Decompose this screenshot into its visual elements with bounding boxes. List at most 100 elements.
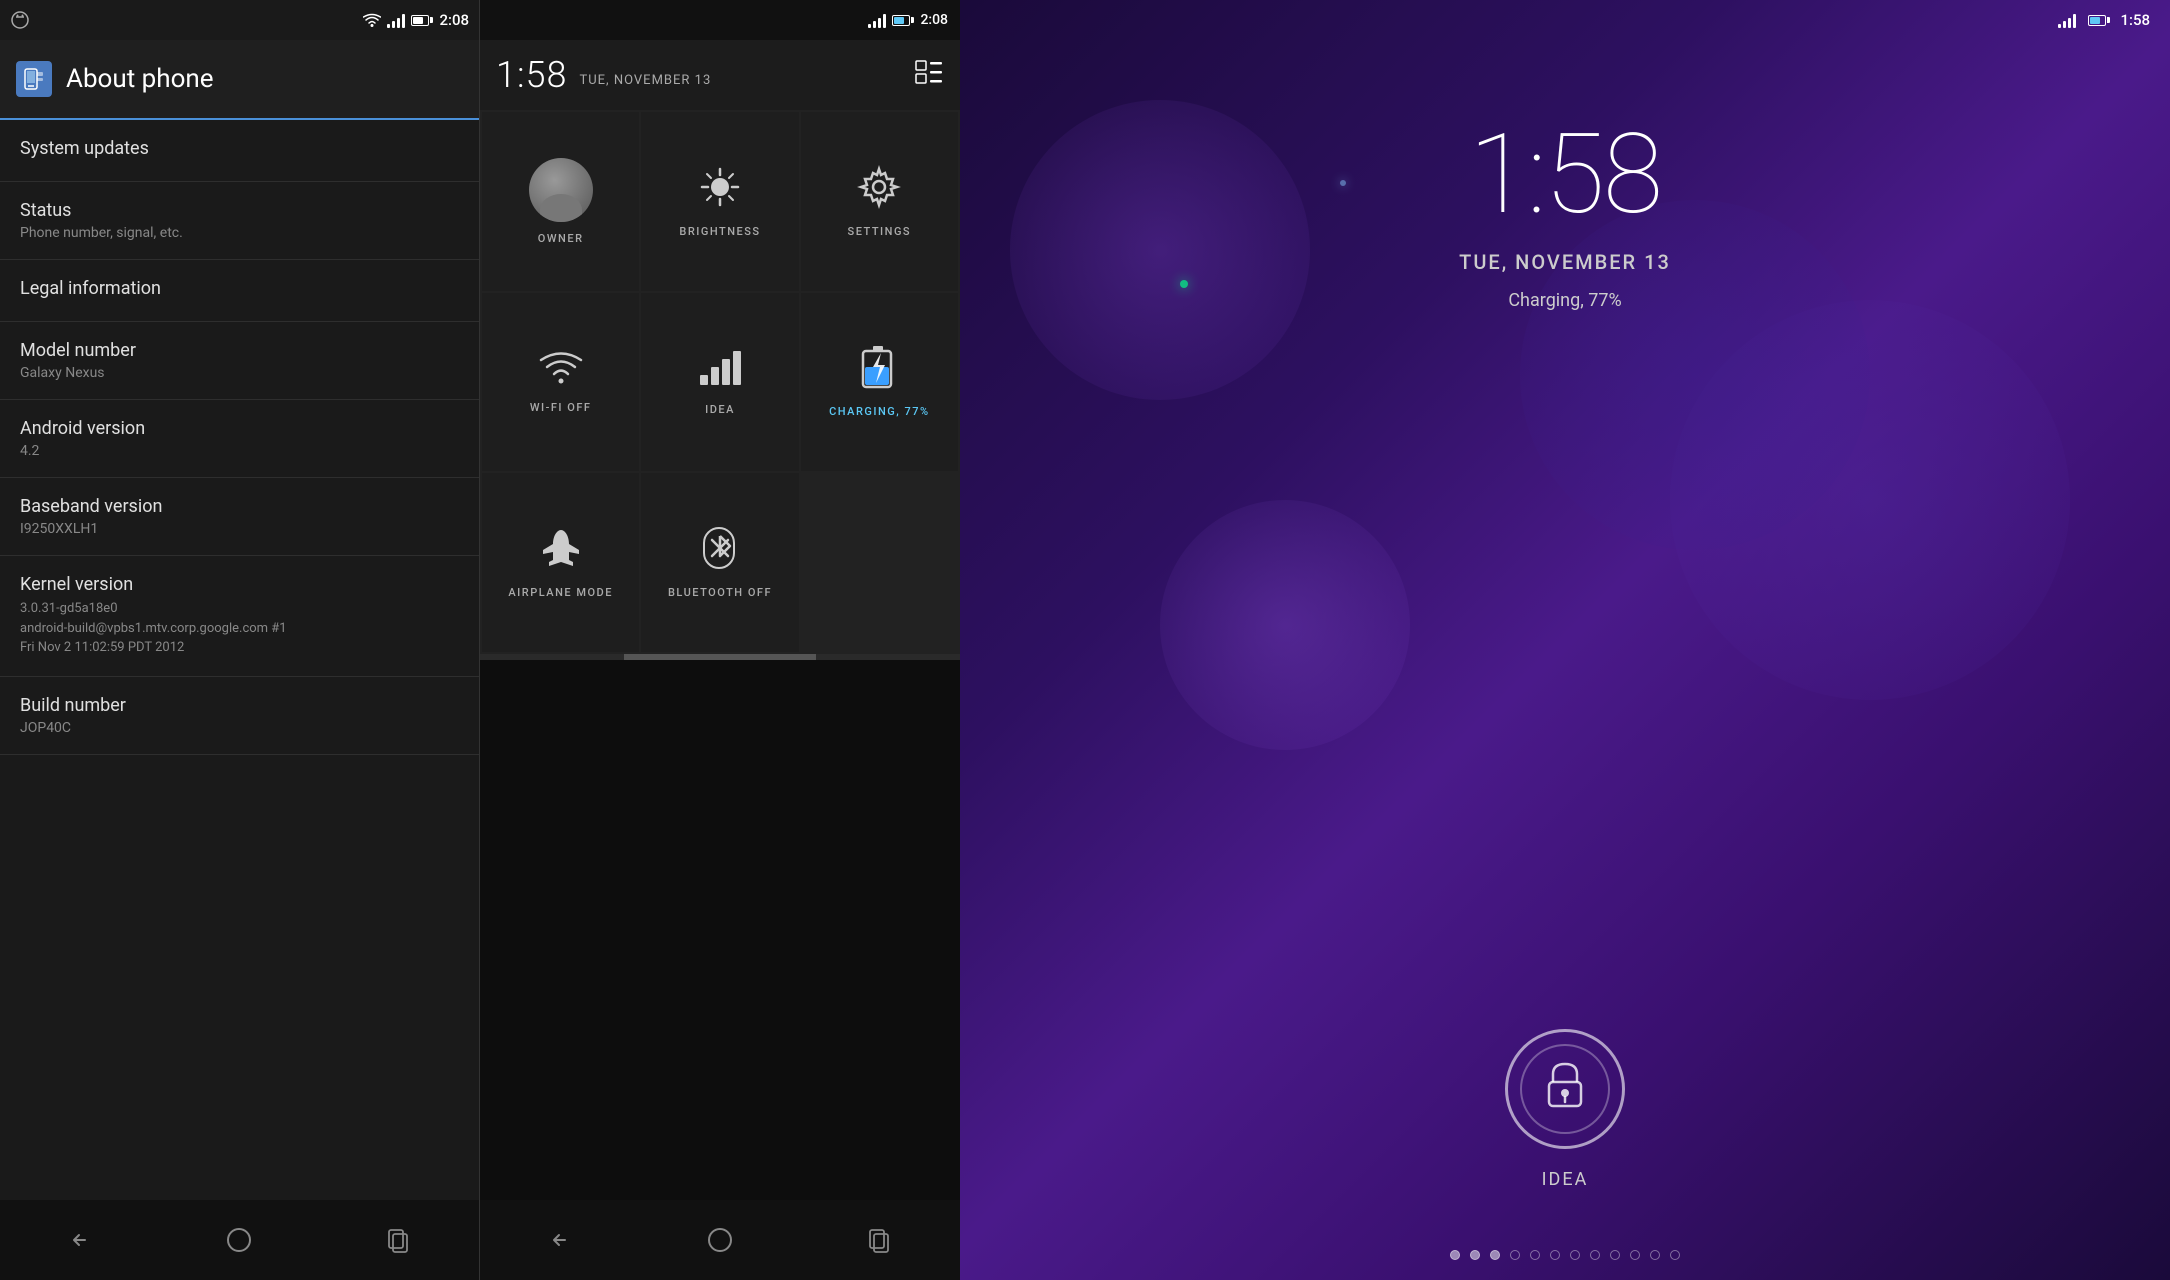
quick-menu-button[interactable] — [914, 60, 944, 90]
quick-recents-button[interactable] — [855, 1215, 905, 1265]
lock-dot-1 — [1450, 1250, 1460, 1260]
lock-status-bar: 1:58 — [960, 0, 2170, 40]
quick-tile-airplane-label: AIRPLANE MODE — [508, 586, 613, 599]
item-title-status: Status — [20, 200, 459, 221]
quick-home-button[interactable] — [695, 1215, 745, 1265]
item-title-android-version: Android version — [20, 418, 459, 439]
lock-charging-status: Charging, 77% — [1508, 290, 1621, 311]
quick-time-row: 1:58 TUE, NOVEMBER 13 — [496, 54, 711, 96]
owner-avatar — [529, 158, 593, 222]
lock-date: TUE, NOVEMBER 13 — [1459, 250, 1671, 274]
quick-clock: 1:58 — [496, 54, 567, 96]
home-button[interactable] — [214, 1215, 264, 1265]
brightness-icon — [698, 165, 742, 215]
quick-tile-brightness[interactable]: BRIGHTNESS — [641, 112, 798, 291]
panel-lock-screen: 1:58 1:58 TUE, NOVEMBER 13 Charging, 77% — [960, 0, 2170, 1280]
list-item-system-updates[interactable]: System updates — [0, 120, 479, 182]
quick-tile-charging[interactable]: CHARGING, 77% — [801, 293, 958, 472]
quick-battery-icon — [892, 15, 914, 26]
item-title-build: Build number — [20, 695, 459, 716]
item-title-kernel: Kernel version — [20, 574, 459, 595]
item-subtitle-build: JOP40C — [20, 720, 459, 736]
quick-back-button[interactable] — [535, 1215, 585, 1265]
item-title-legal: Legal information — [20, 278, 459, 299]
recents-button[interactable] — [374, 1215, 424, 1265]
lock-dot-5 — [1530, 1250, 1540, 1260]
list-item-build[interactable]: Build number JOP40C — [0, 677, 479, 755]
list-item-kernel[interactable]: Kernel version 3.0.31-gd5a18e0 android-b… — [0, 556, 479, 677]
panel-quick-settings: 2:08 1:58 TUE, NOVEMBER 13 OWNER — [480, 0, 960, 1280]
quick-date: TUE, NOVEMBER 13 — [579, 73, 711, 88]
back-button[interactable] — [55, 1215, 105, 1265]
lock-dot-12 — [1670, 1250, 1680, 1260]
quick-tile-wifi[interactable]: WI-FI OFF — [482, 293, 639, 472]
battery-icon — [411, 15, 433, 26]
lock-dot-2 — [1470, 1250, 1480, 1260]
quick-tile-owner-label: OWNER — [538, 232, 584, 245]
wifi-status-icon — [363, 13, 381, 27]
list-item-status[interactable]: Status Phone number, signal, etc. — [0, 182, 479, 260]
quick-time: 2:08 — [920, 12, 948, 28]
lock-unlock-area[interactable]: IDEA — [1505, 1029, 1625, 1190]
lock-dot-8 — [1590, 1250, 1600, 1260]
signal-icon — [387, 12, 405, 28]
about-header: About phone — [0, 40, 479, 120]
item-title-system-updates: System updates — [20, 138, 459, 159]
quick-tile-bluetooth-label: BLUETOOTH OFF — [668, 586, 772, 599]
lock-dot-11 — [1650, 1250, 1660, 1260]
airplane-mode-icon — [539, 526, 583, 576]
wifi-off-icon — [539, 349, 583, 391]
quick-header: 1:58 TUE, NOVEMBER 13 — [480, 40, 960, 110]
lock-padlock-icon — [1543, 1060, 1587, 1118]
quick-tile-airplane[interactable]: AIRPLANE MODE — [482, 473, 639, 652]
settings-icon — [857, 165, 901, 215]
quick-tile-settings[interactable]: SETTINGS — [801, 112, 958, 291]
lock-dot-4 — [1510, 1250, 1520, 1260]
status-right-icons: 2:08 — [363, 11, 469, 29]
home-icon — [225, 1226, 253, 1254]
list-item-legal[interactable]: Legal information — [0, 260, 479, 322]
lock-dot-10 — [1630, 1250, 1640, 1260]
quick-tile-owner[interactable]: OWNER — [482, 112, 639, 291]
quick-tile-idea[interactable]: IDEA — [641, 293, 798, 472]
lock-time-display: 1:58 — [1469, 110, 1661, 239]
quick-empty-area — [480, 660, 960, 1200]
quick-status-icons: 2:08 — [868, 12, 948, 28]
quick-scrollbar-thumb — [624, 654, 816, 660]
menu-list-icon — [914, 60, 944, 84]
battery-charging-icon — [861, 345, 897, 395]
lock-ring-inner — [1520, 1044, 1610, 1134]
lock-status-time: 1:58 — [2120, 11, 2150, 29]
lock-signal-icon — [2058, 12, 2076, 28]
about-content: System updates Status Phone number, sign… — [0, 120, 479, 1200]
quick-recents-icon — [866, 1226, 894, 1254]
item-subtitle-baseband: I9250XXLH1 — [20, 521, 459, 537]
quick-scrollbar — [480, 654, 960, 660]
list-item-model[interactable]: Model number Galaxy Nexus — [0, 322, 479, 400]
lock-ring[interactable] — [1505, 1029, 1625, 1149]
quick-status-bar: 2:08 — [480, 0, 960, 40]
about-status-bar: 2:08 — [0, 0, 479, 40]
quick-tile-wifi-label: WI-FI OFF — [530, 401, 592, 414]
quick-home-icon — [706, 1226, 734, 1254]
list-item-baseband[interactable]: Baseband version I9250XXLH1 — [0, 478, 479, 556]
panel-about-phone: 2:08 About phone System updates Status P… — [0, 0, 480, 1280]
quick-nav-bar — [480, 1200, 960, 1280]
back-icon — [65, 1228, 95, 1252]
quick-tile-bluetooth[interactable]: BLUETOOTH OFF — [641, 473, 798, 652]
page-title: About phone — [66, 64, 214, 94]
lock-dot-9 — [1610, 1250, 1620, 1260]
about-nav-bar — [0, 1200, 479, 1280]
lock-dot-3 — [1490, 1250, 1500, 1260]
item-subtitle-status: Phone number, signal, etc. — [20, 225, 459, 241]
item-title-baseband: Baseband version — [20, 496, 459, 517]
quick-tiles-grid: OWNER BRIGHTNESS — [480, 110, 960, 654]
status-time: 2:08 — [439, 11, 469, 29]
list-item-android-version[interactable]: Android version 4.2 — [0, 400, 479, 478]
quick-tile-brightness-label: BRIGHTNESS — [679, 225, 760, 238]
item-subtitle-model: Galaxy Nexus — [20, 365, 459, 381]
quick-tile-idea-label: IDEA — [705, 403, 735, 416]
quick-signal-icon — [868, 12, 886, 28]
lock-clock: 1:58 — [1469, 120, 1661, 230]
lock-battery-icon — [2088, 15, 2110, 26]
